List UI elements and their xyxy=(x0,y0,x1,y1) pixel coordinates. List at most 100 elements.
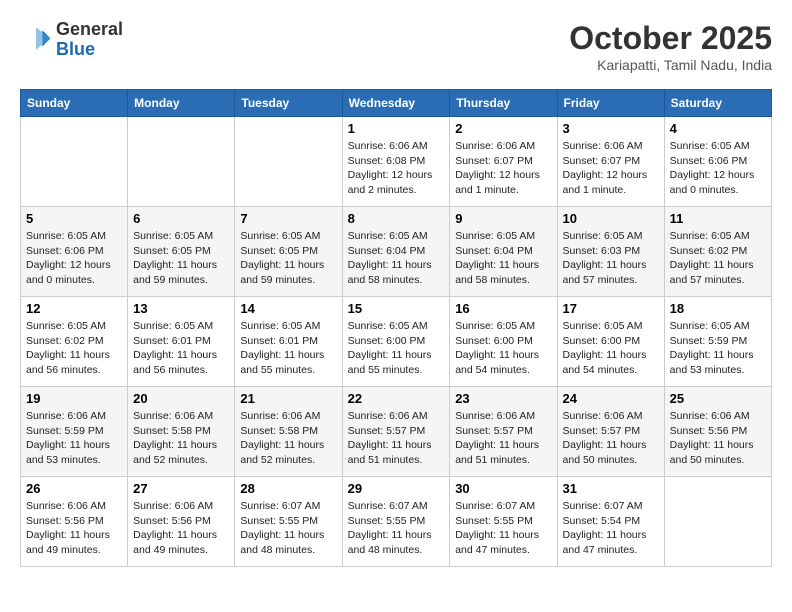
calendar-cell xyxy=(235,117,342,207)
cell-info: Sunrise: 6:05 AM Sunset: 6:04 PM Dayligh… xyxy=(455,229,551,288)
day-number: 8 xyxy=(348,211,445,226)
calendar-cell: 8 Sunrise: 6:05 AM Sunset: 6:04 PM Daylig… xyxy=(342,207,450,297)
weekday-header-cell: Thursday xyxy=(450,90,557,117)
logo-line2: Blue xyxy=(56,40,123,60)
weekday-header-cell: Friday xyxy=(557,90,664,117)
cell-info: Sunrise: 6:07 AM Sunset: 5:55 PM Dayligh… xyxy=(240,499,336,558)
calendar-cell: 31 Sunrise: 6:07 AM Sunset: 5:54 PM Dayli… xyxy=(557,477,664,567)
calendar-week-row: 19 Sunrise: 6:06 AM Sunset: 5:59 PM Dayli… xyxy=(21,387,772,477)
day-number: 2 xyxy=(455,121,551,136)
cell-info: Sunrise: 6:07 AM Sunset: 5:55 PM Dayligh… xyxy=(455,499,551,558)
calendar-cell xyxy=(128,117,235,207)
calendar-cell: 7 Sunrise: 6:05 AM Sunset: 6:05 PM Daylig… xyxy=(235,207,342,297)
day-number: 18 xyxy=(670,301,766,316)
calendar-week-row: 12 Sunrise: 6:05 AM Sunset: 6:02 PM Dayli… xyxy=(21,297,772,387)
cell-info: Sunrise: 6:06 AM Sunset: 5:56 PM Dayligh… xyxy=(133,499,229,558)
calendar-cell: 26Sunrise: 6:06 AM Sunset: 5:56 PM Dayli… xyxy=(21,477,128,567)
cell-info: Sunrise: 6:06 AM Sunset: 5:58 PM Dayligh… xyxy=(240,409,336,468)
weekday-header-cell: Wednesday xyxy=(342,90,450,117)
calendar-cell: 4 Sunrise: 6:05 AM Sunset: 6:06 PM Daylig… xyxy=(664,117,771,207)
calendar-cell: 17 Sunrise: 6:05 AM Sunset: 6:00 PM Dayli… xyxy=(557,297,664,387)
cell-info: Sunrise: 6:06 AM Sunset: 5:59 PM Dayligh… xyxy=(26,409,122,468)
day-number: 28 xyxy=(240,481,336,496)
cell-info: Sunrise: 6:05 AM Sunset: 6:01 PM Dayligh… xyxy=(240,319,336,378)
calendar-cell: 6 Sunrise: 6:05 AM Sunset: 6:05 PM Daylig… xyxy=(128,207,235,297)
weekday-header-cell: Sunday xyxy=(21,90,128,117)
cell-info: Sunrise: 6:05 AM Sunset: 6:02 PM Dayligh… xyxy=(26,319,122,378)
calendar-cell: 16 Sunrise: 6:05 AM Sunset: 6:00 PM Dayli… xyxy=(450,297,557,387)
day-number: 14 xyxy=(240,301,336,316)
day-number: 16 xyxy=(455,301,551,316)
cell-info: Sunrise: 6:07 AM Sunset: 5:54 PM Dayligh… xyxy=(563,499,659,558)
cell-info: Sunrise: 6:05 AM Sunset: 6:02 PM Dayligh… xyxy=(670,229,766,288)
cell-info: Sunrise: 6:05 AM Sunset: 6:01 PM Dayligh… xyxy=(133,319,229,378)
cell-info: Sunrise: 6:05 AM Sunset: 5:59 PM Dayligh… xyxy=(670,319,766,378)
calendar-week-row: 26 Sunrise: 6:06 AM Sunset: 5:56 PM Dayli… xyxy=(21,477,772,567)
cell-info: Sunrise: 6:06 AM Sunset: 6:07 PM Dayligh… xyxy=(455,139,551,198)
cell-info: Sunrise: 6:05 AM Sunset: 6:05 PM Dayligh… xyxy=(240,229,336,288)
weekday-header-cell: Saturday xyxy=(664,90,771,117)
weekday-header-cell: Tuesday xyxy=(235,90,342,117)
calendar-table: SundayMondayTuesdayWednesdayThursdayFrid… xyxy=(20,89,772,567)
cell-info: Sunrise: 6:05 AM Sunset: 6:00 PM Dayligh… xyxy=(455,319,551,378)
logo: General Blue xyxy=(20,20,123,60)
day-number: 12 xyxy=(26,301,122,316)
calendar-cell: 9Sunrise: 6:05 AM Sunset: 6:04 PM Daylig… xyxy=(450,207,557,297)
calendar-cell: 13Sunrise: 6:05 AM Sunset: 6:01 PM Dayli… xyxy=(128,297,235,387)
calendar-week-row: 1Sunrise: 6:06 AM Sunset: 6:08 PM Daylig… xyxy=(21,117,772,207)
day-number: 17 xyxy=(563,301,659,316)
day-number: 15 xyxy=(348,301,445,316)
day-number: 7 xyxy=(240,211,336,226)
calendar-cell: 25Sunrise: 6:06 AM Sunset: 5:56 PM Dayli… xyxy=(664,387,771,477)
cell-info: Sunrise: 6:05 AM Sunset: 6:06 PM Dayligh… xyxy=(670,139,766,198)
title-block: October 2025 Kariapatti, Tamil Nadu, Ind… xyxy=(569,20,772,73)
calendar-cell: 30Sunrise: 6:07 AM Sunset: 5:55 PM Dayli… xyxy=(450,477,557,567)
calendar-week-row: 5 Sunrise: 6:05 AM Sunset: 6:06 PM Daylig… xyxy=(21,207,772,297)
cell-info: Sunrise: 6:05 AM Sunset: 6:06 PM Dayligh… xyxy=(26,229,122,288)
day-number: 6 xyxy=(133,211,229,226)
day-number: 3 xyxy=(563,121,659,136)
calendar-cell: 21 Sunrise: 6:06 AM Sunset: 5:58 PM Dayli… xyxy=(235,387,342,477)
cell-info: Sunrise: 6:05 AM Sunset: 6:04 PM Dayligh… xyxy=(348,229,445,288)
cell-info: Sunrise: 6:06 AM Sunset: 5:57 PM Dayligh… xyxy=(455,409,551,468)
calendar-body: 1Sunrise: 6:06 AM Sunset: 6:08 PM Daylig… xyxy=(21,117,772,567)
day-number: 27 xyxy=(133,481,229,496)
day-number: 19 xyxy=(26,391,122,406)
cell-info: Sunrise: 6:05 AM Sunset: 6:05 PM Dayligh… xyxy=(133,229,229,288)
calendar-cell: 20 Sunrise: 6:06 AM Sunset: 5:58 PM Dayli… xyxy=(128,387,235,477)
calendar-cell xyxy=(664,477,771,567)
cell-info: Sunrise: 6:06 AM Sunset: 5:58 PM Dayligh… xyxy=(133,409,229,468)
day-number: 26 xyxy=(26,481,122,496)
calendar-cell xyxy=(21,117,128,207)
day-number: 22 xyxy=(348,391,445,406)
day-number: 20 xyxy=(133,391,229,406)
logo-line1: General xyxy=(56,20,123,40)
cell-info: Sunrise: 6:06 AM Sunset: 5:57 PM Dayligh… xyxy=(348,409,445,468)
calendar-cell: 24Sunrise: 6:06 AM Sunset: 5:57 PM Dayli… xyxy=(557,387,664,477)
calendar-cell: 11 Sunrise: 6:05 AM Sunset: 6:02 PM Dayli… xyxy=(664,207,771,297)
cell-info: Sunrise: 6:05 AM Sunset: 6:00 PM Dayligh… xyxy=(563,319,659,378)
cell-info: Sunrise: 6:07 AM Sunset: 5:55 PM Dayligh… xyxy=(348,499,445,558)
cell-info: Sunrise: 6:06 AM Sunset: 6:07 PM Dayligh… xyxy=(563,139,659,198)
day-number: 23 xyxy=(455,391,551,406)
cell-info: Sunrise: 6:05 AM Sunset: 6:03 PM Dayligh… xyxy=(563,229,659,288)
month-title: October 2025 xyxy=(569,20,772,57)
cell-info: Sunrise: 6:06 AM Sunset: 6:08 PM Dayligh… xyxy=(348,139,445,198)
cell-info: Sunrise: 6:05 AM Sunset: 6:00 PM Dayligh… xyxy=(348,319,445,378)
day-number: 31 xyxy=(563,481,659,496)
day-number: 25 xyxy=(670,391,766,406)
day-number: 5 xyxy=(26,211,122,226)
calendar-cell: 2 Sunrise: 6:06 AM Sunset: 6:07 PM Daylig… xyxy=(450,117,557,207)
calendar-cell: 27 Sunrise: 6:06 AM Sunset: 5:56 PM Dayli… xyxy=(128,477,235,567)
calendar-cell: 1Sunrise: 6:06 AM Sunset: 6:08 PM Daylig… xyxy=(342,117,450,207)
logo-icon xyxy=(20,24,52,56)
day-number: 11 xyxy=(670,211,766,226)
day-number: 10 xyxy=(563,211,659,226)
weekday-header-cell: Monday xyxy=(128,90,235,117)
calendar-cell: 19 Sunrise: 6:06 AM Sunset: 5:59 PM Dayli… xyxy=(21,387,128,477)
calendar-cell: 29Sunrise: 6:07 AM Sunset: 5:55 PM Dayli… xyxy=(342,477,450,567)
calendar-cell: 14 Sunrise: 6:05 AM Sunset: 6:01 PM Dayli… xyxy=(235,297,342,387)
day-number: 4 xyxy=(670,121,766,136)
calendar-cell: 22 Sunrise: 6:06 AM Sunset: 5:57 PM Dayli… xyxy=(342,387,450,477)
day-number: 21 xyxy=(240,391,336,406)
